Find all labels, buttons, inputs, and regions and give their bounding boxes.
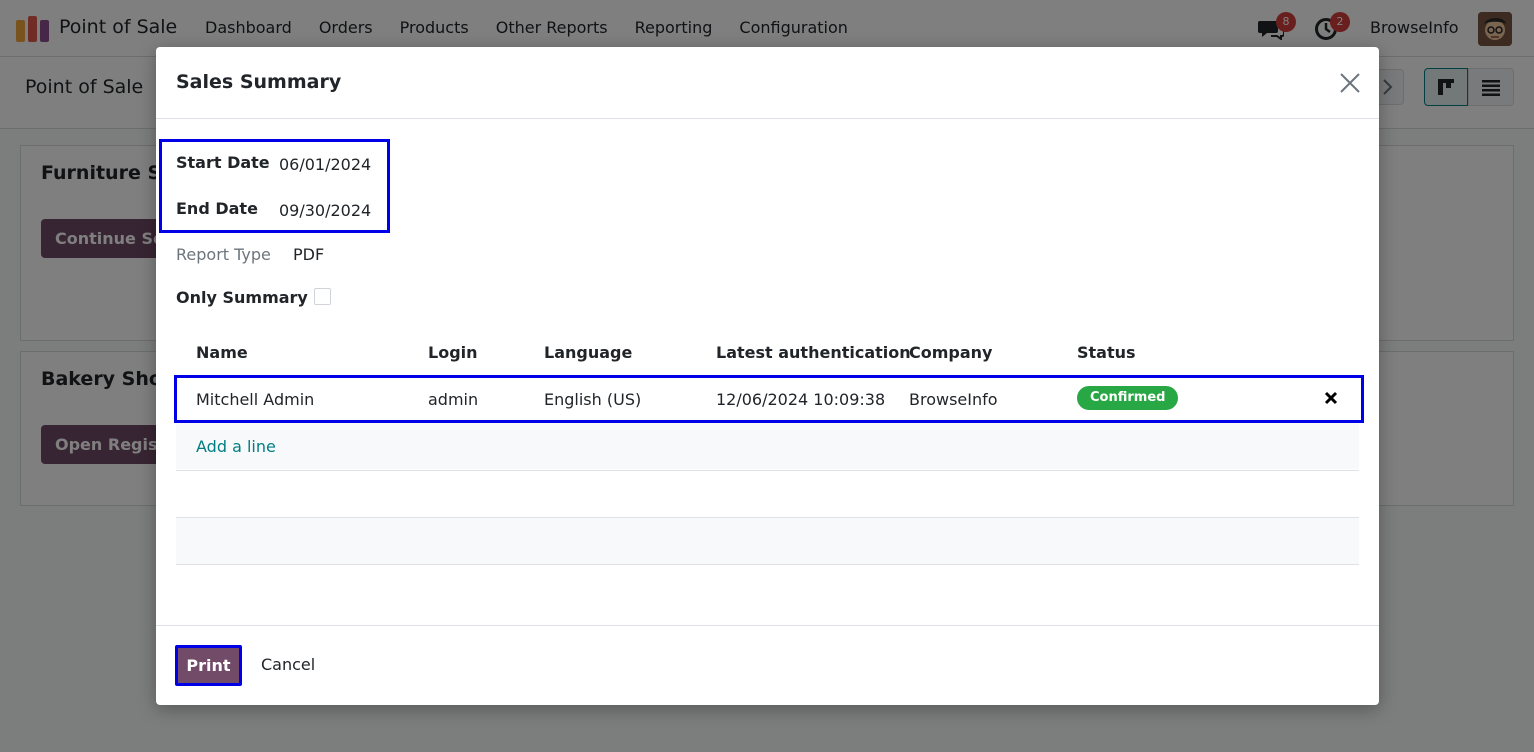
- cell-company[interactable]: BrowseInfo: [909, 390, 998, 409]
- end-date-field[interactable]: 09/30/2024: [279, 201, 371, 220]
- cell-latest-authentication[interactable]: 12/06/2024 10:09:38: [716, 390, 885, 409]
- add-a-line-link[interactable]: Add a line: [196, 437, 276, 456]
- delete-row-icon[interactable]: [1324, 391, 1338, 405]
- column-header-status[interactable]: Status: [1077, 343, 1136, 362]
- add-line-row: [176, 423, 1359, 469]
- empty-row: [176, 518, 1359, 564]
- only-summary-label: Only Summary: [176, 288, 308, 307]
- cell-language[interactable]: English (US): [544, 390, 641, 409]
- row-divider: [176, 564, 1359, 565]
- column-header-language[interactable]: Language: [544, 343, 632, 362]
- column-header-company[interactable]: Company: [909, 343, 992, 362]
- cell-name[interactable]: Mitchell Admin: [196, 390, 314, 409]
- close-icon[interactable]: [1338, 71, 1362, 95]
- modal-title: Sales Summary: [176, 71, 342, 93]
- report-type-label: Report Type: [176, 245, 271, 264]
- modal-header: Sales Summary: [156, 47, 1379, 119]
- status-badge: Confirmed: [1077, 386, 1179, 410]
- column-header-login[interactable]: Login: [428, 343, 478, 362]
- report-type-field[interactable]: PDF: [293, 245, 324, 264]
- cancel-button[interactable]: Cancel: [261, 655, 315, 674]
- modal-footer: Print Cancel: [156, 625, 1379, 705]
- only-summary-checkbox[interactable]: [314, 288, 331, 305]
- start-date-field[interactable]: 06/01/2024: [279, 155, 371, 174]
- start-date-label: Start Date: [176, 153, 270, 172]
- end-date-label: End Date: [176, 199, 258, 218]
- sales-summary-dialog: Sales Summary Start Date 06/01/2024 End …: [156, 47, 1379, 705]
- column-header-name[interactable]: Name: [196, 343, 248, 362]
- print-button[interactable]: Print: [175, 645, 242, 686]
- cell-login[interactable]: admin: [428, 390, 478, 409]
- column-header-latest-authentication[interactable]: Latest authentication: [716, 343, 911, 362]
- row-divider: [176, 470, 1359, 471]
